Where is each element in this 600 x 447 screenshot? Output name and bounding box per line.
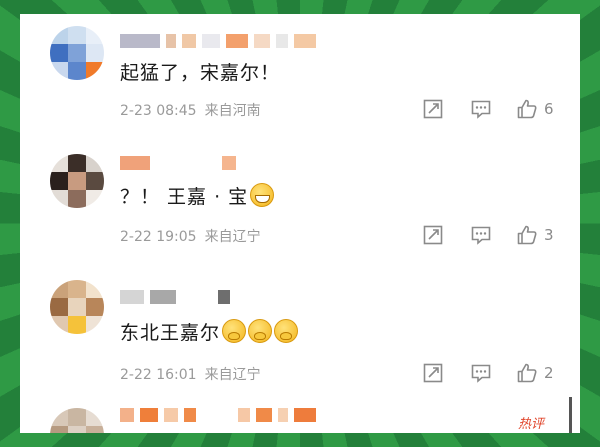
thinking-face-icon	[248, 319, 273, 343]
comment-date: 2-22 19:05	[120, 229, 197, 245]
like-button[interactable]: 2	[516, 362, 554, 384]
comment-actions: 6	[420, 98, 570, 120]
hot-comment-tag: 热评	[518, 417, 545, 432]
comment-text-content: ？！ 王嘉 · 宝	[120, 186, 249, 208]
comment-meta: 2-22 19:05 来自辽宁	[120, 226, 261, 246]
like-icon	[517, 363, 537, 383]
like-count: 2	[544, 364, 554, 382]
comment-location: 来自辽宁	[204, 367, 261, 383]
comment-icon[interactable]	[470, 224, 492, 246]
thinking-face-icon	[274, 319, 299, 343]
comment-text: 东北王嘉尔	[120, 318, 299, 345]
comment-text-content: 东北王嘉尔	[120, 322, 221, 344]
like-icon	[517, 225, 537, 245]
username-mosaic[interactable]	[120, 156, 236, 170]
username-mosaic[interactable]	[120, 34, 316, 48]
avatar[interactable]	[50, 26, 104, 80]
comment-icon[interactable]	[470, 362, 492, 384]
comment-icon[interactable]	[470, 98, 492, 120]
comment-text: ？！ 王嘉 · 宝	[120, 182, 275, 209]
comment-actions: 2	[420, 362, 570, 384]
username-mosaic[interactable]	[120, 408, 316, 422]
share-icon[interactable]	[422, 98, 444, 120]
thinking-face-icon	[222, 319, 247, 343]
share-icon[interactable]	[422, 362, 444, 384]
avatar[interactable]	[50, 408, 104, 433]
like-count: 6	[544, 100, 554, 118]
grinning-face-icon	[250, 183, 275, 207]
comment-text: 起猛了，宋嘉尔！	[120, 62, 281, 84]
comment-location: 来自河南	[204, 103, 261, 119]
comment-list-panel: 起猛了，宋嘉尔！ 2-23 08:45 来自河南 6 ？！ 王嘉 · 宝 2-2…	[20, 14, 580, 433]
comment-meta: 2-23 08:45 来自河南	[120, 100, 261, 120]
comment-location: 来自辽宁	[204, 229, 261, 245]
scrollbar[interactable]	[569, 397, 572, 433]
share-icon[interactable]	[422, 224, 444, 246]
like-icon	[517, 99, 537, 119]
comment-actions: 3	[420, 224, 570, 246]
like-button[interactable]: 3	[516, 224, 554, 246]
comment-date: 2-23 08:45	[120, 103, 197, 119]
username-mosaic[interactable]	[120, 290, 230, 304]
avatar[interactable]	[50, 154, 104, 208]
like-count: 3	[544, 226, 554, 244]
comment-meta: 2-22 16:01 来自辽宁	[120, 364, 261, 384]
comment-date: 2-22 16:01	[120, 367, 197, 383]
avatar[interactable]	[50, 280, 104, 334]
like-button[interactable]: 6	[516, 98, 554, 120]
